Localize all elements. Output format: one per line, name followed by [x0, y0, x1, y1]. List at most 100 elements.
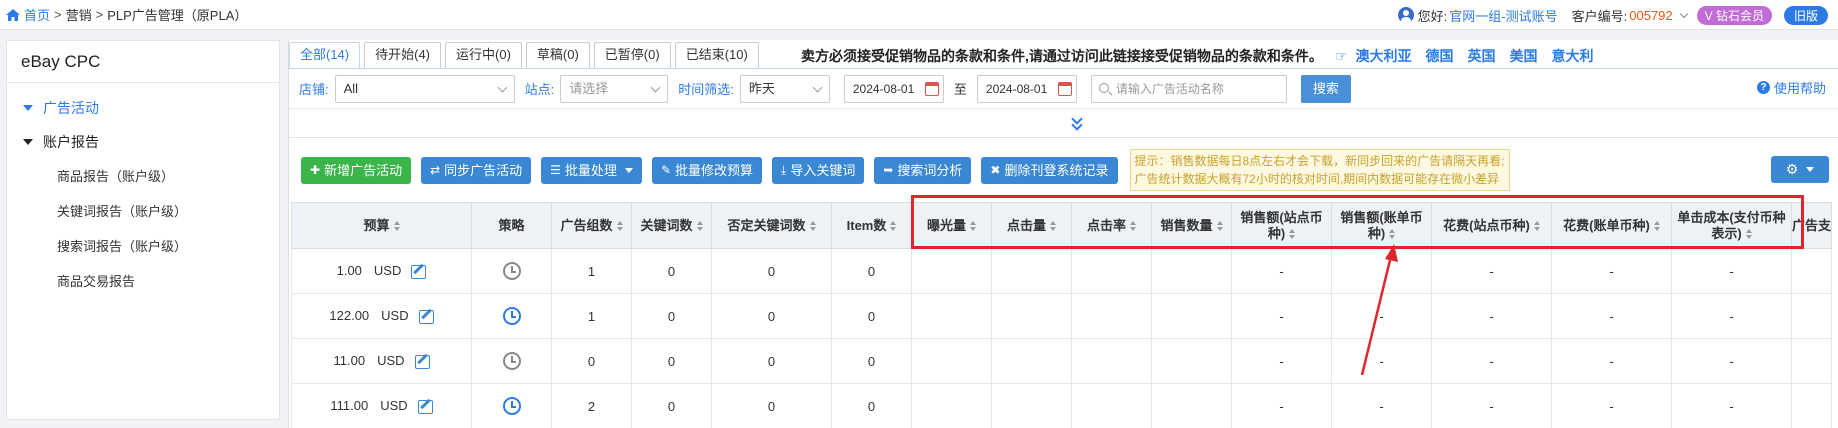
top-bar: 首页 > 营销 > PLP广告管理（原PLA） 您好: 官网一组-测试账号 客户…: [0, 0, 1838, 30]
table-cell: -: [1671, 248, 1792, 294]
double-chevron-down-icon[interactable]: [1069, 113, 1085, 133]
table-cell: [1151, 338, 1232, 384]
tab-pending[interactable]: 待开始(4): [364, 42, 442, 68]
col-keywords[interactable]: 关键词数: [631, 202, 712, 249]
sync-campaign-label: 同步广告活动: [444, 162, 523, 178]
batch-budget-button[interactable]: ✎ 批量修改预算: [651, 156, 763, 184]
table-row: 122.00 USD 1 0 0 0- - - - -: [291, 293, 1832, 339]
delete-listing-records-button[interactable]: ✖ 删除刊登系统记录: [981, 156, 1118, 184]
breadcrumb-marketing[interactable]: 营销: [66, 5, 92, 24]
col-label: 策略: [498, 217, 525, 233]
edit-icon[interactable]: [418, 309, 434, 324]
lang-link-us[interactable]: 美国: [1509, 46, 1537, 66]
table-cell: 0: [631, 338, 712, 384]
clock-icon[interactable]: [502, 352, 521, 370]
import-keywords-button[interactable]: ⤓ 导入关键词: [772, 156, 865, 184]
sidebar-group-campaigns[interactable]: 广告活动: [7, 91, 279, 125]
campaign-search-input[interactable]: 请输入广告活动名称: [1090, 74, 1287, 103]
shop-label: 店铺:: [299, 82, 329, 97]
tab-paused[interactable]: 已暂停(0): [593, 42, 671, 68]
user-area: 您好: 官网一组-测试账号 客户编号: 005792 V 钻石会员 旧版: [1397, 0, 1828, 30]
cell-budget: 122.00 USD: [291, 293, 472, 339]
table-cell: -: [1231, 248, 1332, 294]
list-icon: ☰: [550, 162, 561, 177]
annotation-highlight-box: [911, 195, 1804, 249]
sidebar-item-keyword-report[interactable]: 关键词报告（账户级）: [7, 194, 279, 229]
calendar-icon[interactable]: [1057, 81, 1072, 96]
campaign-search-placeholder: 请输入广告活动名称: [1115, 81, 1224, 96]
table-cell: -: [1551, 293, 1672, 339]
sidebar-title: eBay CPC: [7, 41, 279, 83]
col-label: 关键词数: [640, 217, 693, 233]
clock-icon[interactable]: [502, 262, 521, 280]
column-settings-button[interactable]: ⚙: [1771, 156, 1829, 183]
sidebar-item-transaction-report[interactable]: 商品交易报告: [7, 264, 279, 299]
tab-ended[interactable]: 已结束(10): [674, 42, 759, 68]
table-cell: [991, 383, 1072, 428]
shop-select[interactable]: All: [334, 74, 515, 103]
table-cell: [911, 383, 992, 428]
clock-icon[interactable]: [502, 307, 521, 325]
edit-icon: ✎: [660, 162, 671, 177]
table-cell: 0: [711, 338, 832, 384]
new-campaign-button[interactable]: ✚ 新增广告活动: [301, 156, 412, 184]
currency: USD: [373, 263, 402, 279]
breadcrumb-home[interactable]: 首页: [6, 5, 50, 24]
username-link[interactable]: 官网一组-测试账号: [1449, 6, 1557, 25]
site-select[interactable]: 请选择: [560, 74, 669, 103]
edit-icon[interactable]: [414, 354, 430, 369]
sidebar: eBay CPC 广告活动 账户报告 商品报告（账户级） 关键词报告（账户级） …: [6, 40, 280, 420]
lang-link-australia[interactable]: 澳大利亚: [1355, 46, 1411, 66]
col-items[interactable]: Item数: [831, 202, 912, 249]
sidebar-group-account-reports[interactable]: 账户报告: [7, 125, 279, 159]
date-from-input[interactable]: 2024-08-01: [843, 74, 944, 103]
sidebar-item-search-term-report[interactable]: 搜索词报告（账户级）: [7, 229, 279, 264]
breadcrumb-home-label: 首页: [24, 8, 51, 23]
tab-draft[interactable]: 草稿(0): [525, 42, 590, 68]
lang-link-uk[interactable]: 英国: [1467, 46, 1495, 66]
sort-icon: [393, 221, 400, 232]
breadcrumb-current: PLP广告管理（原PLA）: [107, 8, 248, 23]
col-negative-keywords[interactable]: 否定关键词数: [711, 202, 832, 249]
table-cell: 1: [551, 248, 632, 294]
time-filter-select[interactable]: 昨天: [739, 74, 830, 103]
search-term-analysis-button[interactable]: ➥ 搜索词分析: [874, 156, 972, 184]
chevron-down-icon[interactable]: [1679, 9, 1688, 18]
date-range-separator: 至: [953, 82, 967, 97]
sidebar-item-product-report[interactable]: 商品报告（账户级）: [7, 159, 279, 194]
table-cell: [1151, 248, 1232, 294]
tab-all[interactable]: 全部(14): [289, 42, 361, 68]
new-campaign-label: 新增广告活动: [324, 162, 403, 178]
clock-icon[interactable]: [502, 397, 521, 415]
date-to-input[interactable]: 2024-08-01: [976, 74, 1077, 103]
table-cell: 2: [551, 383, 632, 428]
tab-running[interactable]: 运行中(0): [445, 42, 522, 68]
edit-icon[interactable]: [411, 264, 427, 279]
table-cell: -: [1231, 338, 1332, 384]
col-ad-groups[interactable]: 广告组数: [551, 202, 632, 249]
vip-badge[interactable]: V 钻石会员: [1696, 5, 1772, 25]
edit-icon[interactable]: [417, 399, 433, 414]
greeting-label: 您好:: [1417, 8, 1448, 24]
sync-campaign-button[interactable]: ⇄ 同步广告活动: [421, 156, 532, 184]
caret-down-icon: [624, 167, 633, 173]
table-cell: -: [1431, 383, 1552, 428]
sort-icon: [696, 221, 703, 232]
cell-strategy: [471, 293, 552, 339]
col-budget[interactable]: 预算: [291, 202, 472, 249]
help-link[interactable]: ? 使用帮助: [1756, 78, 1826, 97]
lang-link-germany[interactable]: 德国: [1425, 46, 1453, 66]
table-row: 111.00 USD 2 0 0 0- - - - -: [291, 383, 1832, 428]
cell-strategy: [471, 383, 552, 428]
old-version-button[interactable]: 旧版: [1783, 5, 1828, 25]
table-cell: -: [1431, 338, 1552, 384]
calendar-icon[interactable]: [924, 81, 939, 96]
lang-link-italy[interactable]: 意大利: [1551, 46, 1593, 66]
search-button[interactable]: 搜索: [1300, 74, 1351, 103]
tip-line-2: 广告统计数据大概有72小时的核对时间,期间内数据可能存在微小差异: [1134, 172, 1500, 186]
chevron-down-icon: [812, 82, 823, 92]
breadcrumb-separator: >: [54, 7, 62, 22]
filter-row: 店铺: All 站点: 请选择 时间筛选: 昨天 2024-08-01 至 20…: [289, 68, 1838, 108]
batch-process-button[interactable]: ☰ 批量处理: [541, 156, 642, 184]
chevron-down-icon: [650, 82, 661, 92]
